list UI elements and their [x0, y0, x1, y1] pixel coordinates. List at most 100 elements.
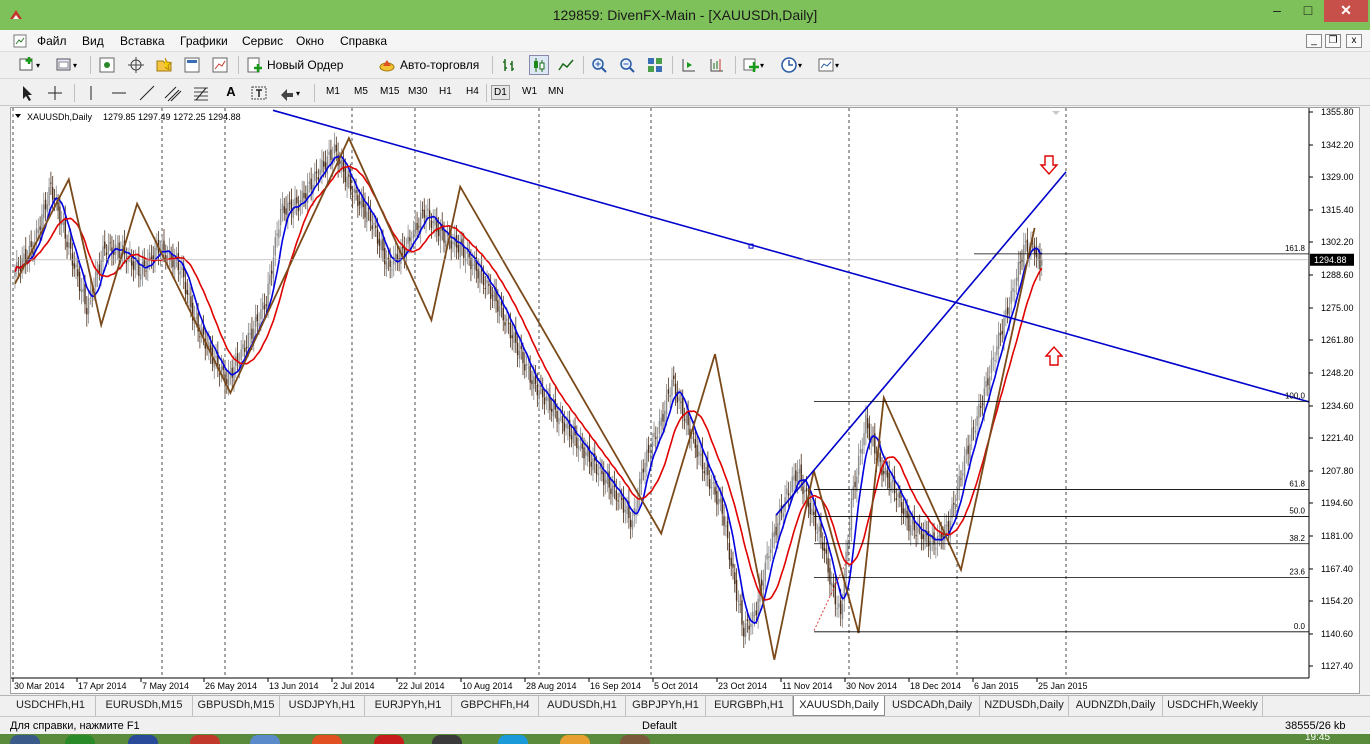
candle-body [658, 420, 661, 434]
mdi-minimize-button[interactable]: _ [1306, 34, 1322, 48]
close-button[interactable]: ✕ [1324, 0, 1368, 22]
chart-tab[interactable]: GBPJPYh,H1 [626, 696, 706, 716]
candle-body [41, 214, 43, 230]
chart-tab[interactable]: GBPCHFh,H4 [452, 696, 539, 716]
tile-windows-button[interactable] [646, 55, 664, 75]
candle-body [714, 487, 716, 495]
bar-chart-button[interactable] [500, 55, 518, 75]
chart-tab[interactable]: USDJPYh,H1 [280, 696, 365, 716]
candle-body [802, 486, 804, 495]
menu-view[interactable]: Вид [82, 34, 104, 48]
zoom-out-button[interactable] [618, 55, 636, 75]
line-chart-button[interactable] [557, 55, 575, 75]
explorer-icon[interactable] [250, 735, 280, 744]
candle-body [527, 367, 530, 369]
fibonacci-tool[interactable] [192, 83, 210, 103]
toolbar-separator [735, 56, 736, 74]
chart-tab[interactable]: USDCHFh,Weekly [1163, 696, 1263, 716]
data-window-button[interactable] [127, 55, 145, 75]
new-order-button[interactable]: Новый Ордер [246, 55, 343, 75]
vertical-line-tool[interactable] [82, 83, 100, 103]
candle-body [841, 604, 844, 620]
trendline-tool[interactable] [138, 83, 156, 103]
candle-body [947, 521, 950, 534]
strategy-tester-button[interactable] [211, 55, 229, 75]
skype-icon[interactable] [498, 735, 528, 744]
chrome-icon[interactable] [190, 735, 220, 744]
candle-body [768, 556, 770, 559]
text-label-tool[interactable] [250, 83, 268, 103]
timeframe-d1[interactable]: D1 [491, 85, 510, 100]
menu-insert[interactable]: Вставка [120, 34, 165, 48]
timeframe-mn[interactable]: MN [546, 85, 566, 98]
app-task-icon[interactable] [620, 735, 650, 744]
fibonacci-level-label: 100.0 [1285, 391, 1306, 400]
chart-tab[interactable]: AUDUSDh,H1 [539, 696, 626, 716]
timeframe-m15[interactable]: M15 [378, 85, 401, 98]
maximize-button[interactable]: □ [1293, 0, 1323, 22]
menu-window[interactable]: Окно [296, 34, 324, 48]
chart-tab[interactable]: AUDNZDh,Daily [1069, 696, 1163, 716]
text-tool[interactable]: A [222, 83, 240, 103]
cursor-tool[interactable] [18, 83, 36, 103]
candle-body [868, 423, 871, 440]
candle-body [366, 211, 368, 223]
arrows-tool[interactable]: ▾ [278, 83, 300, 103]
chart-tab[interactable]: EURJPYh,H1 [365, 696, 452, 716]
menu-charts[interactable]: Графики [180, 34, 228, 48]
yandex-icon[interactable] [312, 735, 342, 744]
chart-tab[interactable]: GBPUSDh,M15 [193, 696, 280, 716]
candle-body [1015, 277, 1018, 286]
candlestick-button[interactable] [529, 55, 549, 75]
candle-body [985, 381, 987, 388]
start-icon[interactable] [10, 735, 40, 744]
chart-tab[interactable]: USDCHFh,H1 [6, 696, 96, 716]
price-chart[interactable]: 1355.80 1342.20 1329.00 1315.40 1302.20 1288.… [11, 108, 1359, 693]
media-icon[interactable] [560, 735, 590, 744]
periods-button[interactable]: ▾ [780, 55, 802, 75]
chart-tab[interactable]: NZDUSDh,Daily [980, 696, 1069, 716]
minimize-button[interactable]: – [1262, 0, 1292, 22]
crosshair-tool[interactable] [46, 83, 64, 103]
zoom-in-button[interactable] [590, 55, 608, 75]
chart-tab[interactable]: XAUUSDh,Daily [793, 696, 885, 716]
timeframe-m1[interactable]: M1 [324, 85, 342, 98]
document-icon[interactable] [12, 33, 28, 49]
opera-icon[interactable] [374, 735, 404, 744]
terminal-button[interactable] [183, 55, 201, 75]
timeframe-w1[interactable]: W1 [520, 85, 539, 98]
excel-icon[interactable] [65, 735, 95, 744]
candle-body [619, 493, 621, 498]
equidistant-channel-tool[interactable] [164, 83, 182, 103]
mdi-close-button[interactable]: x [1346, 34, 1362, 48]
market-watch-button[interactable] [98, 55, 116, 75]
candle-body [647, 444, 650, 453]
menu-tools[interactable]: Сервис [242, 34, 283, 48]
navigator-button[interactable] [155, 55, 173, 75]
chart-tab[interactable]: EURGBPh,H1 [706, 696, 793, 716]
timeframe-m30[interactable]: M30 [406, 85, 429, 98]
timeframe-h1[interactable]: H1 [437, 85, 454, 98]
chart-window[interactable]: 1355.80 1342.20 1329.00 1315.40 1302.20 1288.… [10, 107, 1360, 694]
autotrading-button[interactable]: Авто-торговля [378, 55, 479, 75]
terminal-task-icon[interactable] [432, 735, 462, 744]
crosshair-icon [128, 57, 144, 73]
horizontal-line-tool[interactable] [110, 83, 128, 103]
word-icon[interactable] [128, 735, 158, 744]
timeframe-m5[interactable]: M5 [352, 85, 370, 98]
chart-tab[interactable]: EURUSDh,M15 [96, 696, 193, 716]
chart-tab[interactable]: USDCADh,Daily [885, 696, 980, 716]
indicators-button[interactable]: ▾ [742, 55, 764, 75]
menu-file[interactable]: Файл [37, 34, 67, 48]
mdi-restore-button[interactable]: ❐ [1325, 34, 1341, 48]
menu-help[interactable]: Справка [340, 34, 387, 48]
timeframe-h4[interactable]: H4 [464, 85, 481, 98]
chart-shift-button[interactable] [708, 55, 726, 75]
new-chart-button[interactable]: ▾ [18, 55, 40, 75]
standard-toolbar: ▾ ▾ Новый Ордер Авто-торговля ▾ ▾ ▾ [0, 52, 1370, 127]
profiles-button[interactable]: ▾ [55, 55, 77, 75]
templates-button[interactable]: ▾ [817, 55, 839, 75]
candle-body [649, 455, 652, 457]
auto-scroll-button[interactable] [680, 55, 698, 75]
candle-body [434, 218, 436, 226]
